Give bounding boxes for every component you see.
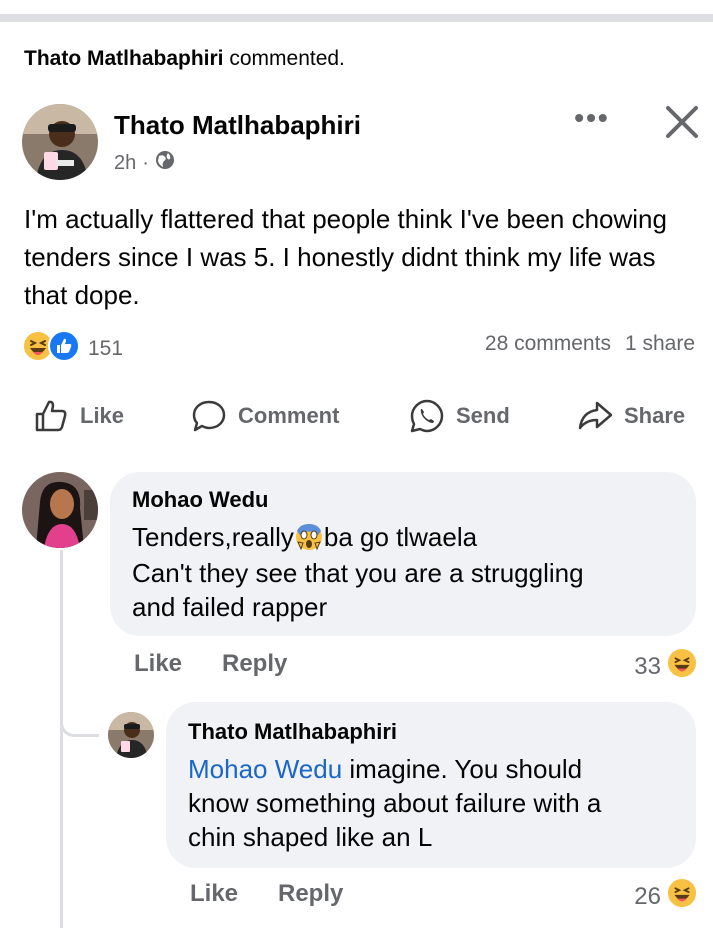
share-icon (578, 401, 613, 430)
mention-link[interactable]: Mohao Wedu (188, 754, 342, 784)
reply-reaction-summary[interactable]: 26 (634, 878, 697, 915)
thumbs-up-icon (35, 400, 67, 432)
post-time[interactable]: 2h (114, 152, 136, 175)
comment-icon (192, 400, 226, 432)
whatsapp-icon (410, 399, 444, 433)
comment-reaction-summary[interactable]: 33 (634, 648, 697, 685)
comment-label: Comment (238, 403, 340, 428)
reply-line-2: know something about failure with a (188, 788, 602, 818)
notice-author[interactable]: Thato Matlhabaphiri (24, 47, 224, 70)
comment-line-2: Can't they see that you are a struggling (132, 558, 584, 588)
comment-reply-button[interactable]: Reply (222, 650, 287, 678)
comment-line-3: and failed rapper (132, 592, 328, 622)
post-meta: 2h · (114, 150, 175, 176)
thread-line-branch (60, 718, 99, 737)
post-author-name[interactable]: Thato Matlhabaphiri (114, 110, 361, 141)
comment-text-part: ba go tlwaela (323, 522, 478, 552)
reply-text-part: imagine. You should (342, 754, 583, 784)
reaction-summary[interactable]: 151 (22, 330, 123, 367)
comment-notice: Thato Matlhabaphiri commented. (24, 47, 345, 71)
like-label: Like (80, 403, 125, 428)
reply-line-1: Mohao Wedu imagine. You should (188, 752, 582, 786)
like-button[interactable]: Like (32, 392, 124, 440)
close-button[interactable] (660, 100, 704, 144)
like-reaction-icon (48, 330, 80, 367)
share-label: Share (624, 403, 686, 428)
post-stats: 28 comments 1 share (485, 332, 695, 356)
post-action-bar: Like Comment Send Share (0, 392, 713, 440)
share-button[interactable]: Share (576, 392, 685, 440)
notice-action: commented. (229, 47, 345, 70)
more-options-button[interactable]: ••• (570, 104, 614, 136)
scream-emoji-icon (294, 522, 324, 560)
thread-line-vertical (60, 550, 63, 928)
comment-reaction-count: 33 (634, 652, 661, 680)
haha-reaction-icon (667, 648, 697, 685)
post-text: I'm actually flattered that people think… (24, 204, 667, 310)
haha-reaction-icon (667, 878, 697, 915)
send-button[interactable]: Send (408, 392, 510, 440)
reply-author[interactable]: Thato Matlhabaphiri (188, 719, 397, 745)
reply-like-button[interactable]: Like (190, 880, 238, 908)
close-icon (666, 106, 698, 138)
top-divider (0, 14, 713, 22)
reply-reaction-count: 26 (634, 882, 661, 910)
shares-count[interactable]: 1 share (625, 332, 695, 355)
globe-icon (155, 150, 175, 176)
reply-author-avatar[interactable] (108, 712, 154, 758)
comment-text-part: Tenders,really (132, 522, 294, 552)
send-label: Send (456, 403, 510, 428)
comment-like-button[interactable]: Like (134, 650, 182, 678)
comments-count[interactable]: 28 comments (485, 332, 611, 355)
comment-line-1: Tenders,really ba go tlwaela (132, 520, 477, 560)
comment-button[interactable]: Comment (190, 392, 339, 440)
reaction-count: 151 (88, 336, 124, 360)
reply-reply-button[interactable]: Reply (278, 880, 343, 908)
post-author-avatar[interactable] (22, 104, 98, 180)
reply-line-3: chin shaped like an L (188, 822, 433, 852)
commenter-avatar[interactable] (22, 472, 98, 548)
meta-separator: · (142, 151, 149, 174)
comment-author[interactable]: Mohao Wedu (132, 487, 268, 513)
